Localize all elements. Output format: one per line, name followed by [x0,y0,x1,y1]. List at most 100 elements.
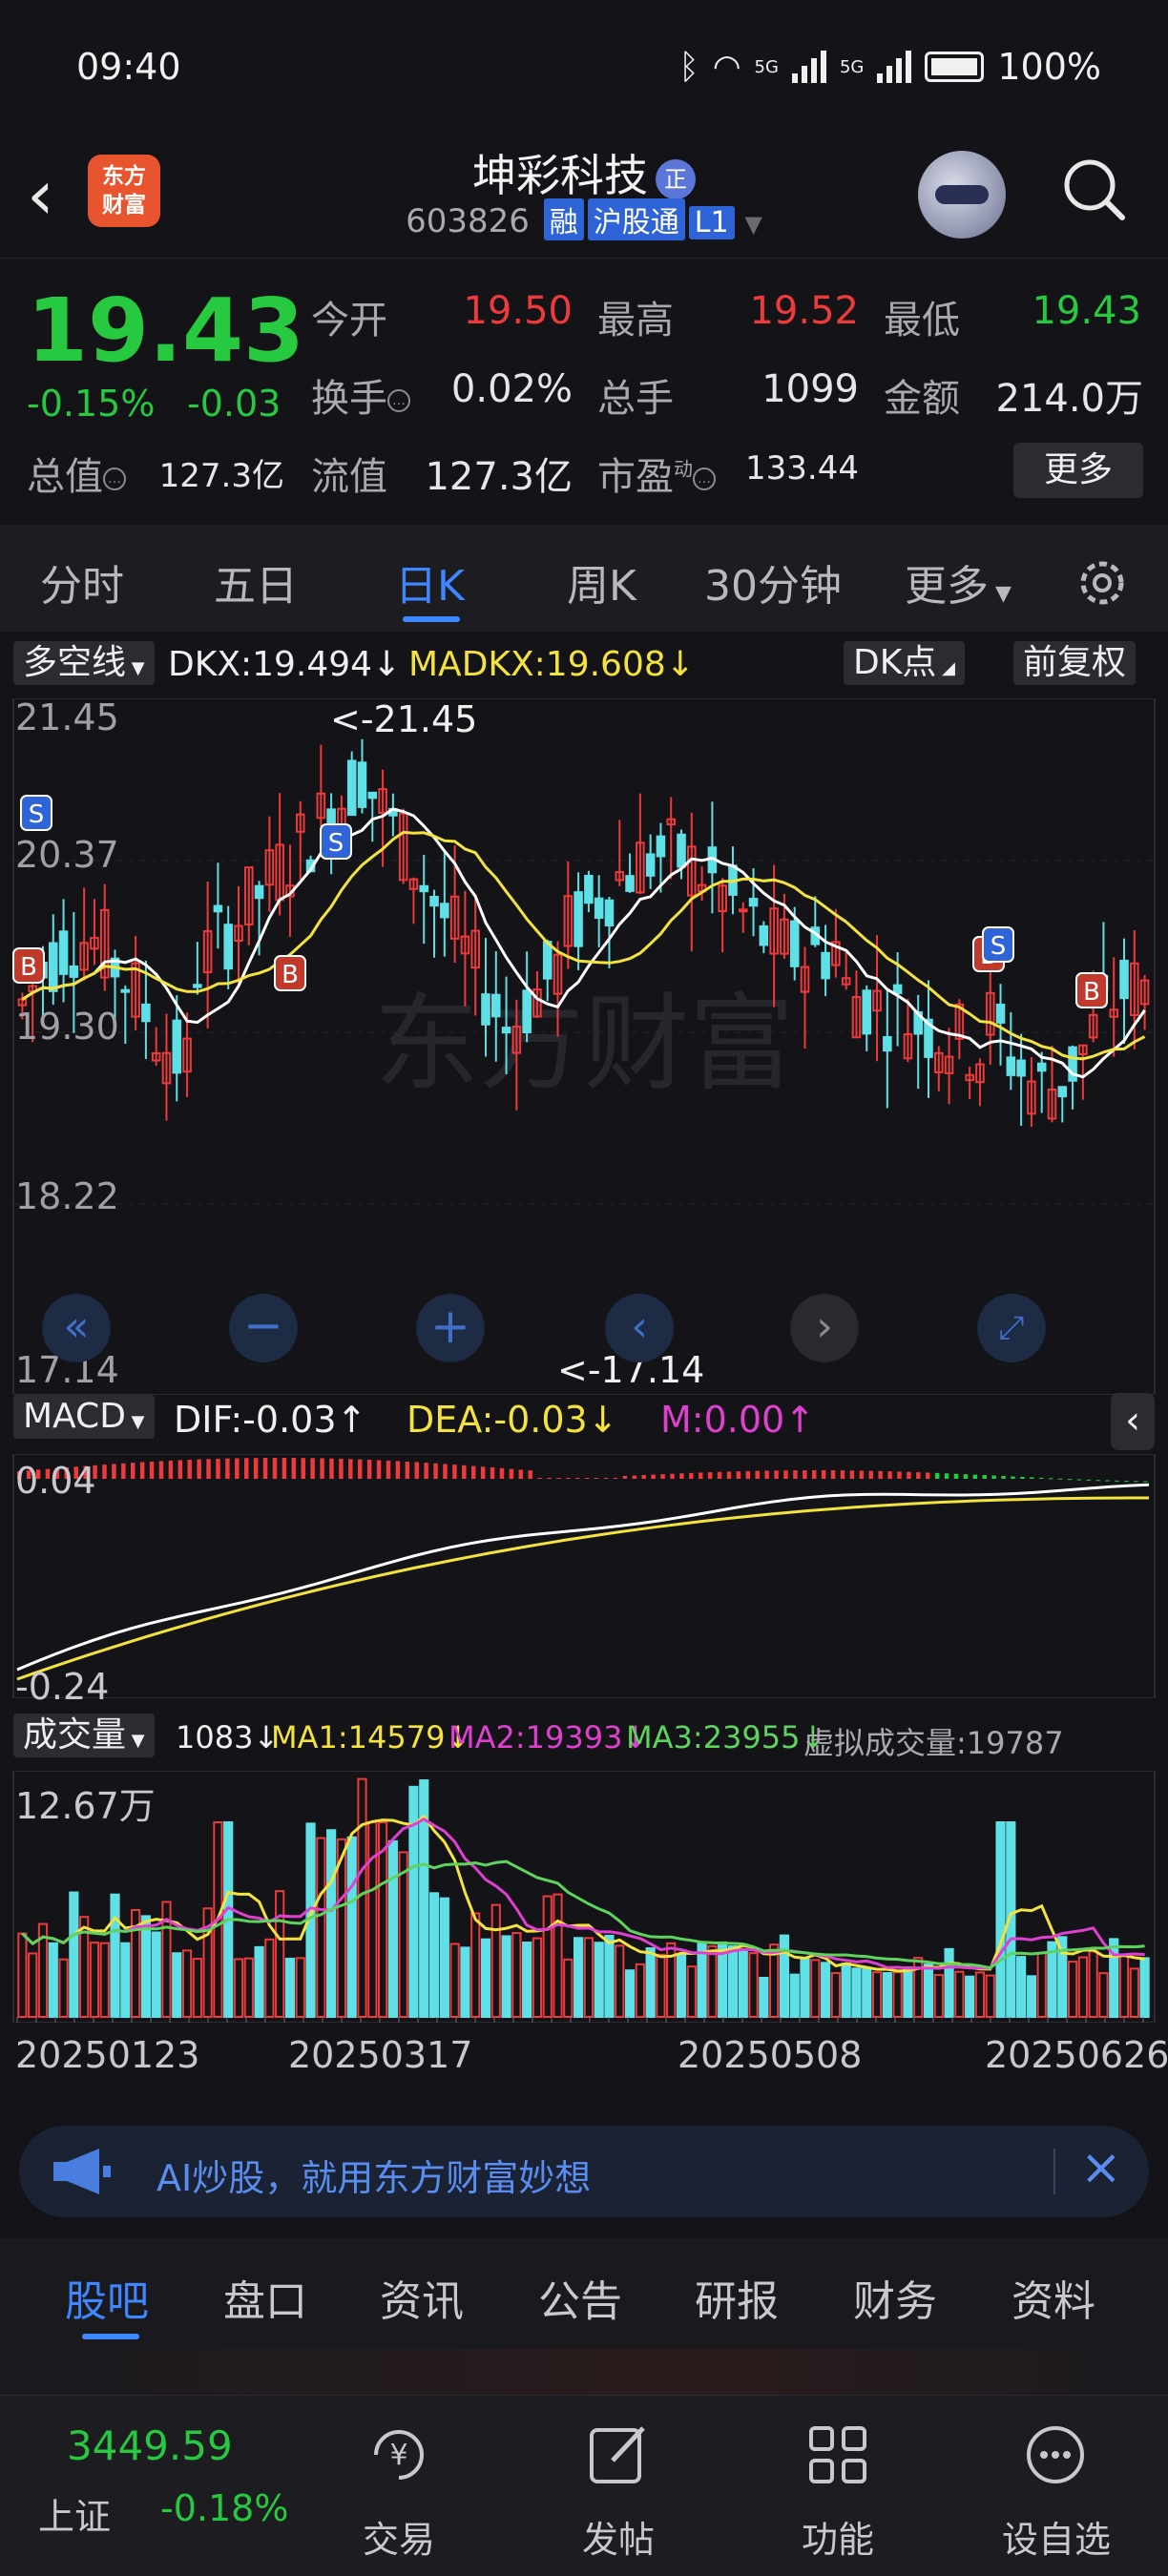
macd-chart[interactable] [0,1454,1168,1698]
float-value: 127.3亿 [425,455,573,499]
tab-five-day[interactable]: 五日 [214,551,298,613]
badge-icon: 正 [656,158,696,199]
chart-area: 多空线 ▼ DKX:19.494↓ MADKX:19.608↓ DK点 ◢ 前复… [0,632,1168,2101]
tag-level: L1 [688,206,735,239]
index-value[interactable]: 3449.59 [67,2422,233,2469]
fullscreen-icon[interactable]: ⤢ [977,1294,1046,1362]
volume-y-top: 12.67万 [15,1785,156,1827]
tab-30min[interactable]: 30分钟 [704,551,842,613]
battery-icon [925,52,985,82]
y-tick-1: 21.45 [15,696,119,738]
prev-icon[interactable]: ‹ [605,1294,674,1362]
y-tick-2: 20.37 [15,834,119,876]
tab-intraday[interactable]: 分时 [40,551,124,613]
amount-label: 金额 [884,377,960,421]
zoom-out-icon[interactable]: − [229,1294,298,1362]
change-percent: -0.15% [27,383,156,425]
compose-icon[interactable] [580,2417,657,2493]
nav-add-watchlist[interactable]: 设自选 [1002,2510,1111,2563]
network-label-2: 5G [839,56,865,77]
nav-trade[interactable]: 交易 [363,2510,435,2563]
nav-functions[interactable]: 功能 [802,2510,874,2563]
date-2: 20250317 [288,2034,473,2076]
quote-panel: 19.43 -0.15% -0.03 今开 19.50 最高 19.52 最低 … [0,258,1168,525]
date-3: 20250508 [678,2034,863,2076]
more-dots-icon[interactable] [1017,2417,1094,2493]
index-name[interactable]: 上证 [38,2487,111,2540]
tag-connect: 沪股通 [587,198,685,240]
zoom-in-icon[interactable]: + [416,1294,485,1362]
volume-ma2: MA2:19393↓ [448,1719,649,1755]
volume-value: 1099 [761,367,859,411]
adjust-select[interactable]: 前复权 [1013,641,1137,685]
svg-text:S: S [991,932,1007,961]
active-subtab-indicator [82,2334,139,2339]
ai-assistant-icon[interactable] [918,151,1006,239]
dif-line [16,1483,1150,1672]
nav-post[interactable]: 发帖 [582,2510,655,2563]
svg-text:¥: ¥ [389,2439,407,2472]
divider [1053,2149,1055,2194]
tab-profile[interactable]: 资料 [1012,2267,1095,2328]
tab-daily-k[interactable]: 日K [395,551,465,613]
open-label: 今开 [311,299,387,343]
low-value: 19.43 [1032,289,1141,333]
date-4: 20250626 [985,2034,1168,2076]
more-quote-button[interactable]: 更多 [1013,443,1143,498]
scroll-left-icon[interactable]: « [42,1294,111,1362]
tab-forum[interactable]: 股吧 [65,2267,149,2328]
kline-chart[interactable]: 东方财富 BSBSBSB [0,698,1168,1395]
period-tabs: 分时 五日 日K 周K 30分钟 更多 ▼ [0,525,1168,632]
chevron-down-icon[interactable]: ▼ [744,211,761,238]
svg-text:S: S [328,829,344,858]
macd-dea: DEA:-0.03↓ [407,1399,618,1441]
search-icon[interactable] [1059,155,1128,223]
apps-icon[interactable] [800,2417,876,2493]
volume-label: 总手 [597,377,674,421]
volume-chart[interactable] [0,1771,1168,2023]
dk-point-select[interactable]: DK点 ◢ [844,641,965,685]
tab-more[interactable]: 更多 ▼ [905,551,1012,613]
volume-select[interactable]: 成交量 ▼ [13,1714,155,1757]
content-preview-strip [0,2349,1168,2395]
ad-banner[interactable]: AI炒股，就用东方财富妙想 × [19,2126,1149,2217]
tab-weekly-k[interactable]: 周K [567,551,636,613]
info-icon[interactable]: … [103,467,126,490]
network-label-1: 5G [754,56,779,77]
tab-financials[interactable]: 财务 [853,2267,937,2328]
tab-news[interactable]: 资讯 [380,2267,464,2328]
trade-icon[interactable]: ¥ [361,2417,437,2493]
stock-header: ‹ 东方 财富 坤彩科技正 603826 融沪股通 L1 ▼ [0,134,1168,258]
high-marker: <-21.45 [330,698,478,740]
svg-text:B: B [1083,978,1100,1007]
macd-m: M:0.00↑ [660,1399,816,1441]
index-change[interactable]: -0.18% [160,2487,288,2529]
battery-percent: 100% [997,46,1101,88]
tab-announcements[interactable]: 公告 [538,2267,622,2328]
turnover-value: 0.02% [450,367,573,411]
turnover-label: 换手… [311,367,410,423]
info-icon[interactable]: … [387,389,410,412]
change-amount: -0.03 [187,383,282,425]
status-icons: ᛒ ◠ 5G 5G 100% [678,46,1101,88]
madkx-value: MADKX:19.608↓ [408,645,695,684]
gear-icon[interactable] [1071,551,1134,614]
bluetooth-icon: ᛒ [678,47,699,87]
ad-text: AI炒股，就用东方财富妙想 [156,2157,592,2199]
tab-research[interactable]: 研报 [695,2267,779,2328]
collapse-icon[interactable]: ‹ [1111,1393,1155,1450]
open-value: 19.50 [463,289,573,333]
kline-indicator-select[interactable]: 多空线 ▼ [13,641,155,685]
next-icon[interactable]: › [790,1294,859,1362]
macd-dif: DIF:-0.03↑ [174,1399,367,1441]
mcap-label: 总值… [27,446,126,501]
info-icon[interactable]: … [693,467,716,490]
signal-icon-2 [877,51,912,83]
low-label: 最低 [884,299,960,343]
tab-orderbook[interactable]: 盘口 [223,2267,307,2328]
macd-y-bottom: -0.24 [15,1666,110,1708]
pe-value: 133.44 [745,449,859,488]
y-tick-3: 19.30 [15,1006,119,1048]
macd-select[interactable]: MACD ▼ [13,1395,155,1439]
close-icon[interactable]: × [1080,2139,1122,2196]
